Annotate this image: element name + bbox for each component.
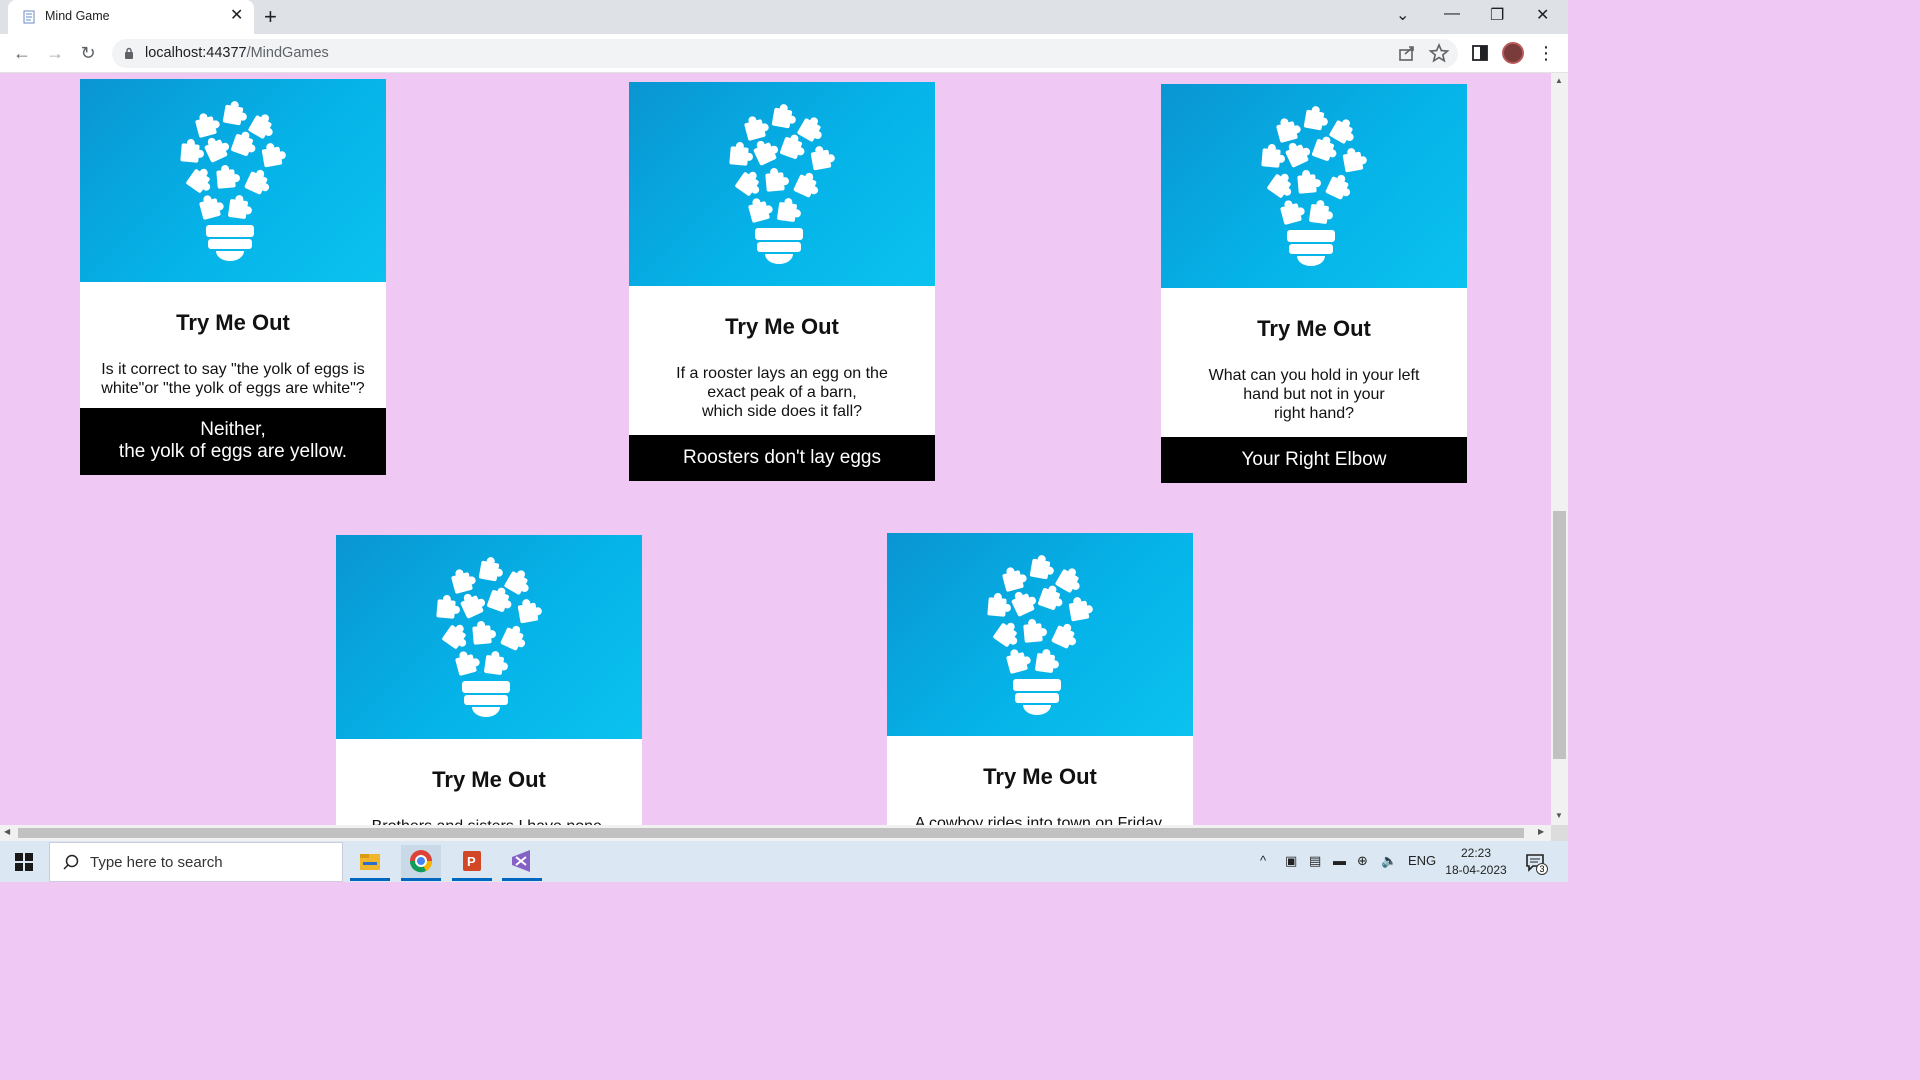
svg-text:P: P	[467, 854, 476, 869]
scroll-down-icon[interactable]: ▼	[1555, 811, 1563, 820]
puzzle-bulb-icon	[725, 104, 839, 266]
meet-icon[interactable]: ▣	[1285, 853, 1297, 869]
new-tab-button[interactable]: +	[264, 6, 277, 28]
card-image	[1161, 84, 1467, 288]
url-path: /MindGames	[246, 45, 329, 61]
card-title: Try Me Out	[1257, 316, 1371, 341]
horizontal-scrollbar[interactable]: ◀ ▶	[0, 825, 1551, 841]
card-title: Try Me Out	[432, 767, 546, 792]
url-text: localhost:44377/MindGames	[145, 45, 329, 61]
tab-strip: Mind Game ✕ + ⌄ — ❐ ✕	[0, 0, 1568, 34]
chrome-icon[interactable]	[401, 845, 441, 881]
clock[interactable]: 22:23 18-04-2023	[1438, 845, 1514, 879]
notifications-icon[interactable]: 3	[1524, 851, 1548, 875]
puzzle-card: Try Me Out What can you hold in your lef…	[1161, 84, 1467, 483]
card-answer[interactable]: Your Right Elbow	[1161, 437, 1467, 483]
language-indicator[interactable]: ENG	[1408, 853, 1436, 868]
card-image	[336, 535, 642, 739]
forward-button[interactable]: →	[44, 42, 66, 64]
back-button[interactable]: ←	[11, 42, 33, 64]
menu-icon[interactable]: ⋮	[1535, 42, 1557, 64]
file-explorer-icon[interactable]	[350, 845, 390, 881]
card-answer[interactable]: Roosters don't lay eggs	[629, 435, 935, 481]
reload-button[interactable]: ↻	[77, 42, 99, 64]
card-image	[887, 533, 1193, 736]
browser-toolbar: ← → ↻ localhost:44377/MindGames ⋮	[0, 34, 1568, 73]
restore-button[interactable]: ❐	[1490, 5, 1504, 25]
powerpoint-icon[interactable]: P	[452, 845, 492, 881]
scrollbar-corner	[1551, 825, 1568, 841]
card-question: A cowboy rides into town on Friday,	[914, 815, 1166, 825]
chevron-down-icon[interactable]: ⌄	[1396, 5, 1409, 25]
lock-icon	[125, 47, 133, 59]
url-host: localhost:44377	[145, 45, 247, 61]
card-question: Brothers and sisters I have none,	[336, 817, 642, 825]
avatar[interactable]	[1502, 42, 1524, 64]
scroll-up-icon[interactable]: ▲	[1555, 76, 1563, 85]
card-title: Try Me Out	[176, 310, 290, 335]
notification-count: 3	[1536, 863, 1548, 875]
browser-tab[interactable]: Mind Game ✕	[8, 0, 254, 34]
puzzle-card: Try Me Out Brothers and sisters I have n…	[336, 535, 642, 825]
puzzle-card: Try Me Out Is it correct to say "the yol…	[80, 79, 386, 475]
windows-start-icon[interactable]	[15, 853, 33, 871]
puzzle-bulb-icon	[983, 555, 1097, 717]
card-image	[80, 79, 386, 282]
clock-date: 18-04-2023	[1445, 863, 1507, 877]
card-image	[629, 82, 935, 286]
puzzle-bulb-icon	[1257, 106, 1371, 268]
card-title: Try Me Out	[725, 314, 839, 339]
chevron-up-icon[interactable]: ^	[1260, 853, 1266, 868]
network-status-icon[interactable]: ▤	[1309, 853, 1321, 869]
address-bar[interactable]: localhost:44377/MindGames	[112, 39, 1458, 68]
taskbar-search[interactable]: Type here to search	[49, 842, 343, 882]
visual-studio-icon[interactable]	[502, 845, 542, 881]
clock-time: 22:23	[1460, 846, 1492, 860]
puzzle-bulb-icon	[432, 557, 546, 719]
card-question: If a rooster lays an egg on the exact pe…	[676, 365, 888, 420]
tab-title: Mind Game	[45, 9, 110, 23]
taskbar: Type here to search P ^ ▣ ▤ ▬ ⊕ 🔈 ENG 22…	[0, 841, 1568, 882]
scroll-thumb[interactable]	[18, 828, 1524, 838]
vertical-scrollbar[interactable]: ▲ ▼	[1551, 73, 1568, 825]
search-icon	[63, 854, 79, 870]
search-placeholder: Type here to search	[90, 854, 223, 871]
card-question: Is it correct to say "the yolk of eggs i…	[101, 361, 365, 397]
puzzle-bulb-icon	[176, 101, 290, 263]
volume-icon[interactable]: 🔈	[1381, 853, 1397, 869]
minimize-button[interactable]: —	[1444, 5, 1460, 23]
scroll-thumb[interactable]	[1553, 511, 1566, 759]
page-content: Try Me Out Is it correct to say "the yol…	[0, 73, 1551, 825]
star-icon[interactable]	[1428, 42, 1450, 64]
card-title: Try Me Out	[983, 764, 1097, 789]
scroll-left-icon[interactable]: ◀	[4, 827, 10, 836]
close-window-button[interactable]: ✕	[1536, 5, 1549, 25]
card-question: What can you hold in your left hand but …	[1208, 367, 1420, 422]
side-panel-icon[interactable]	[1469, 42, 1491, 64]
puzzle-card: Try Me Out If a rooster lays an egg on t…	[629, 82, 935, 481]
close-icon[interactable]: ✕	[230, 8, 243, 24]
globe-icon[interactable]: ⊕	[1357, 853, 1368, 869]
puzzle-card: Try Me Out A cowboy rides into town on F…	[887, 533, 1193, 825]
battery-icon[interactable]: ▬	[1333, 853, 1346, 868]
scroll-right-icon[interactable]: ▶	[1538, 827, 1544, 836]
card-answer[interactable]: Neither, the yolk of eggs are yellow.	[80, 408, 386, 475]
share-icon[interactable]	[1396, 42, 1418, 64]
page-icon	[23, 10, 35, 24]
